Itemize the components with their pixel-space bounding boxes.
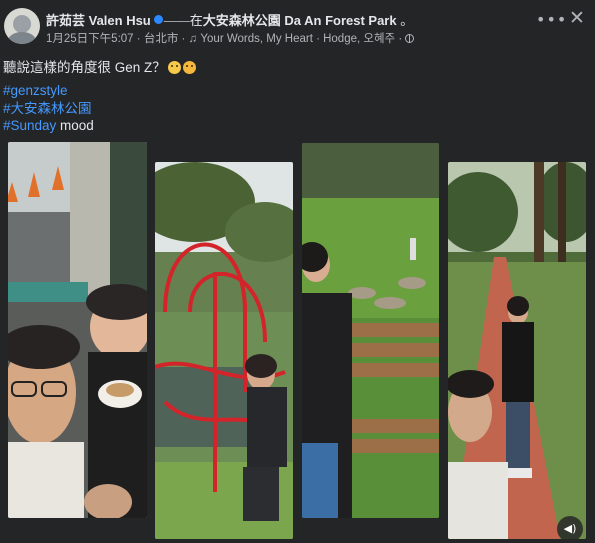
music-note-icon: ♫ — [188, 33, 198, 45]
header-trailing: 。 — [400, 13, 414, 28]
laughing-emoji-icon — [182, 61, 196, 74]
post-photo[interactable] — [8, 142, 147, 518]
flushed-emoji-icon — [167, 61, 181, 74]
verified-badge-icon — [153, 15, 163, 24]
check-in-place[interactable]: 大安森林公園 Da An Forest Park — [203, 13, 397, 28]
forest-path-image — [448, 162, 586, 539]
meta-separator: · — [136, 33, 141, 45]
more-options-icon[interactable]: ••• — [536, 10, 567, 29]
avatar-body-shape — [8, 32, 36, 44]
meta-separator: · — [181, 33, 186, 45]
avatar[interactable] — [4, 8, 40, 44]
hashtag-link[interactable]: #genzstyle — [3, 83, 68, 98]
playground-image — [155, 162, 293, 539]
meta-separator: · — [398, 33, 403, 45]
video-play-icon[interactable]: ◀) — [557, 516, 583, 542]
close-icon[interactable]: ✕ — [569, 7, 585, 29]
mood-text: mood — [56, 118, 94, 133]
post-city[interactable]: 台北市 — [144, 33, 179, 45]
avatar-head-shape — [13, 15, 31, 33]
post-photo[interactable] — [448, 162, 586, 539]
post-text: 聽說這樣的角度很 Gen Z？ — [3, 56, 196, 76]
post-message: 聽說這樣的角度很 Gen Z？ — [3, 60, 166, 75]
post-timestamp[interactable]: 1月25日下午5:07 — [46, 33, 134, 45]
check-in-line: —— — [163, 13, 190, 28]
post-meta: 1月25日下午5:07 · 台北市 · ♫ Your Words, My Hea… — [46, 30, 415, 46]
bench-pond-image — [302, 143, 439, 518]
post-photo[interactable] — [302, 143, 439, 518]
post-photo[interactable] — [155, 162, 293, 539]
bus-selfie-image — [8, 142, 147, 518]
check-in-connector: 在 — [189, 13, 203, 28]
hashtag-list: #genzstyle #大安森林公園 #Sunday mood — [3, 82, 94, 135]
author-name[interactable]: 許茹芸 Valen Hsu — [46, 13, 151, 28]
post-song[interactable]: Your Words, My Heart · Hodge, 오혜주 — [200, 33, 395, 45]
post-header: 許茹芸 Valen Hsu ——在大安森林公園 Da An Forest Park… — [46, 10, 413, 29]
globe-icon[interactable] — [405, 34, 415, 43]
facebook-post: 許茹芸 Valen Hsu ——在大安森林公園 Da An Forest Park… — [0, 0, 595, 543]
hashtag-link[interactable]: #Sunday — [3, 118, 56, 133]
hashtag-link[interactable]: #大安森林公園 — [3, 101, 92, 116]
